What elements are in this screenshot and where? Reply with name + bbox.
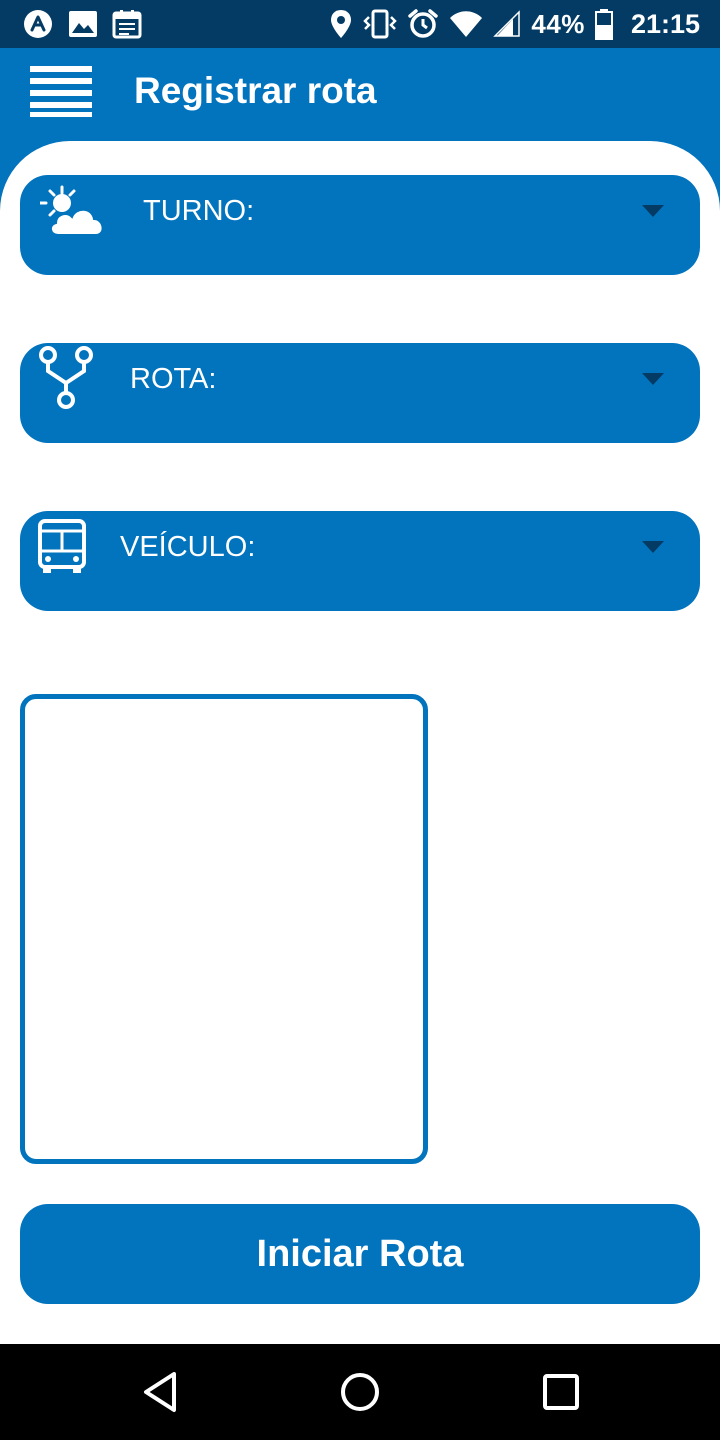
page-title: Registrar rota xyxy=(134,70,377,111)
chevron-down-icon xyxy=(642,541,664,553)
wifi-icon xyxy=(450,11,483,37)
home-icon[interactable] xyxy=(338,1370,382,1414)
calendar-icon xyxy=(112,10,142,39)
image-icon xyxy=(69,11,97,37)
status-left-icons xyxy=(0,8,142,40)
back-icon[interactable] xyxy=(140,1370,180,1414)
bus-icon xyxy=(38,519,86,573)
partly-cloudy-icon xyxy=(40,185,104,236)
start-route-button[interactable]: Iniciar Rota xyxy=(20,1204,700,1304)
location-icon xyxy=(331,10,352,38)
rota-label: ROTA: xyxy=(130,363,217,395)
alarm-icon xyxy=(408,9,439,38)
battery-icon xyxy=(594,9,613,40)
battery-percent: 44% xyxy=(531,8,585,39)
status-right-icons: 44% 21:15 xyxy=(329,0,700,48)
app-notification-icon xyxy=(24,10,52,38)
vibrate-icon xyxy=(363,9,398,39)
veiculo-dropdown[interactable]: VEÍCULO: xyxy=(20,511,700,611)
turno-dropdown[interactable]: TURNO: xyxy=(20,175,700,275)
main-content: TURNO: ROTA: VEÍCULO: Iniciar Rota xyxy=(0,141,720,1344)
chevron-down-icon xyxy=(642,205,664,217)
veiculo-label: VEÍCULO: xyxy=(120,531,256,563)
navigation-bar xyxy=(0,1344,720,1440)
clock: 21:15 xyxy=(630,8,700,39)
signal-icon xyxy=(493,10,521,37)
status-bar: 44% 21:15 xyxy=(0,0,720,48)
menu-button[interactable] xyxy=(26,62,96,120)
menu-icon xyxy=(30,66,92,117)
recents-icon[interactable] xyxy=(541,1370,581,1414)
turno-label: TURNO: xyxy=(143,195,255,227)
route-fork-icon xyxy=(39,346,93,409)
app-bar: Registrar rota xyxy=(0,48,720,143)
rota-dropdown[interactable]: ROTA: xyxy=(20,343,700,443)
photo-frame[interactable] xyxy=(20,694,428,1164)
chevron-down-icon xyxy=(642,373,664,385)
